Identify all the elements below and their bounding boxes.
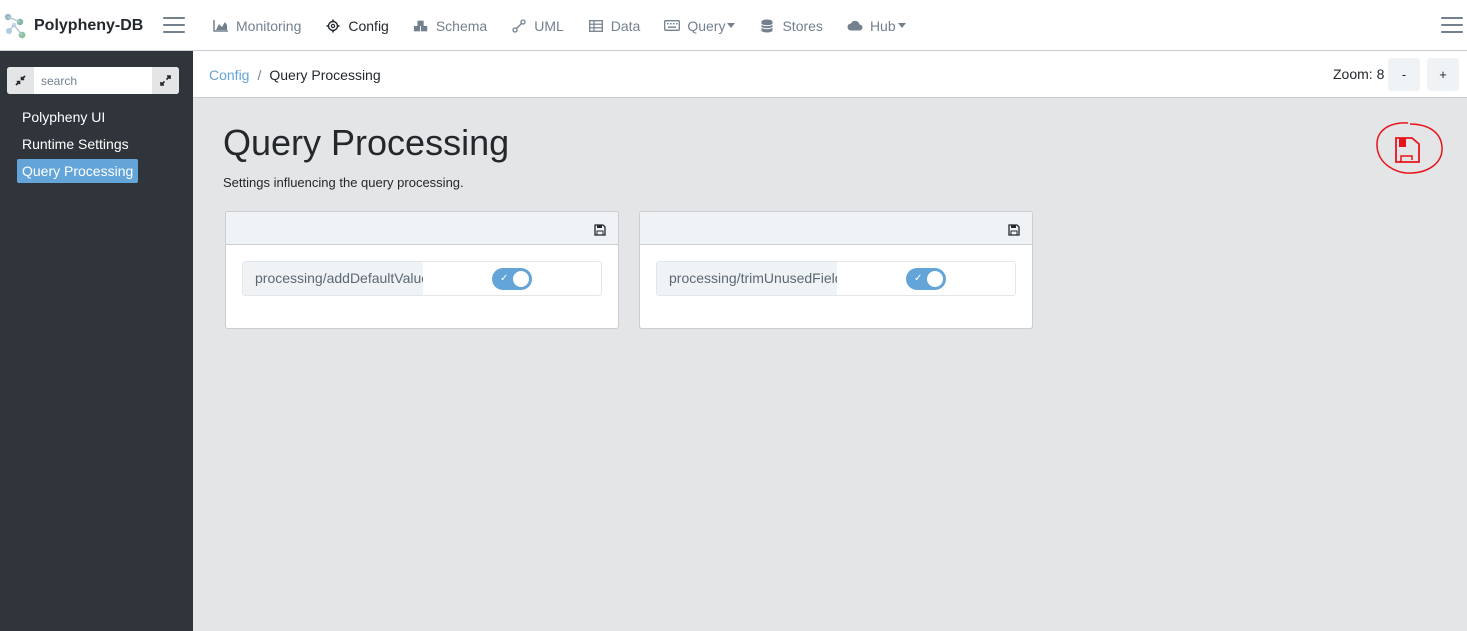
nav-item-label: Hub: [869, 17, 896, 34]
aside-menu-toggle-button[interactable]: [1441, 17, 1463, 33]
nav-item-uml[interactable]: UML: [511, 18, 564, 34]
nav-item-monitoring[interactable]: Monitoring: [213, 18, 301, 34]
nav-item-label: Config: [348, 17, 389, 34]
cog-icon: [325, 19, 341, 33]
brand-name: Polypheny-DB: [34, 16, 144, 34]
cloud-icon: [847, 19, 863, 33]
sidebar-item-polypheny-ui[interactable]: Polypheny UI: [17, 105, 110, 129]
polypheny-logo-icon: [4, 13, 26, 38]
setting-toggle[interactable]: ✓: [906, 268, 946, 290]
database-icon: [759, 19, 775, 33]
toggle-knob: [513, 271, 529, 287]
sidebar-item-runtime-settings[interactable]: Runtime Settings: [17, 132, 134, 156]
compress-icon: [15, 75, 26, 86]
sidebar: Polypheny UI Runtime Settings Query Proc…: [0, 51, 193, 631]
brand[interactable]: Polypheny-DB: [0, 0, 143, 51]
chart-area-icon: [213, 19, 229, 33]
nav-item-query[interactable]: Query: [664, 17, 736, 34]
breadcrumb: Config / Query Processing Zoom: 8 - +: [193, 51, 1467, 98]
nav-item-label: UML: [534, 17, 564, 34]
nav-item-data[interactable]: Data: [588, 17, 641, 34]
setting-row: processing/trimUnusedFields ✓: [656, 261, 1016, 296]
search-input[interactable]: [34, 68, 152, 93]
chevron-down-icon: [897, 23, 906, 28]
breadcrumb-current: Query Processing: [269, 67, 381, 83]
sidebar-item-query-processing[interactable]: Query Processing: [17, 159, 139, 183]
nav-item-label: Stores: [782, 17, 823, 34]
check-icon: ✓: [914, 273, 923, 284]
sidebar-toggle-button[interactable]: [163, 17, 185, 33]
page-title: Query Processing: [223, 122, 510, 163]
setting-label: processing/trimUnusedFields: [657, 262, 837, 295]
breadcrumb-separator: /: [257, 67, 262, 83]
save-icon[interactable]: [1008, 224, 1020, 236]
setting-row: processing/addDefaultValues ✓: [242, 261, 602, 296]
card-header: [226, 212, 618, 245]
nav-item-label: Monitoring: [236, 17, 302, 34]
table-icon: [588, 19, 604, 33]
expand-all-button[interactable]: [152, 67, 179, 94]
expand-icon: [160, 75, 171, 86]
card-header: [640, 212, 1032, 245]
nav-item-config[interactable]: Config: [325, 17, 389, 34]
collapse-all-button[interactable]: [7, 67, 34, 94]
project-diagram-icon: [511, 18, 527, 33]
nav-item-label: Data: [610, 17, 641, 34]
nav-item-stores[interactable]: Stores: [759, 17, 823, 34]
save-icon[interactable]: [594, 224, 606, 236]
nav-item-schema[interactable]: Schema: [413, 18, 487, 34]
zoom-level: Zoom: 8: [1333, 66, 1385, 82]
page-description: Settings influencing the query processin…: [223, 175, 464, 190]
zoom-out-button[interactable]: -: [1388, 58, 1420, 91]
setting-label: processing/addDefaultValues: [243, 262, 423, 295]
nav-item-hub[interactable]: Hub: [847, 18, 906, 34]
breadcrumb-config-link[interactable]: Config: [209, 67, 249, 83]
setting-value: ✓: [837, 262, 1015, 295]
nav-item-label: Query: [687, 17, 726, 34]
keyboard-icon: [664, 19, 681, 33]
setting-card: processing/trimUnusedFields ✓: [639, 211, 1033, 329]
setting-toggle[interactable]: ✓: [492, 268, 532, 290]
check-icon: ✓: [500, 273, 509, 284]
chevron-down-icon: [727, 23, 736, 28]
setting-value: ✓: [423, 262, 601, 295]
nav-item-label: Schema: [435, 17, 488, 34]
save-all-icon[interactable]: [1370, 120, 1446, 176]
sidebar-search: [7, 67, 179, 94]
zoom-in-button[interactable]: +: [1427, 58, 1459, 91]
top-navbar: Polypheny-DB Monitoring Config Schema UM…: [0, 0, 1467, 51]
toggle-knob: [927, 271, 943, 287]
cubes-icon: [413, 19, 429, 33]
nav-menu: Monitoring Config Schema UML Data Query …: [213, 0, 930, 51]
setting-card: processing/addDefaultValues ✓: [225, 211, 619, 329]
